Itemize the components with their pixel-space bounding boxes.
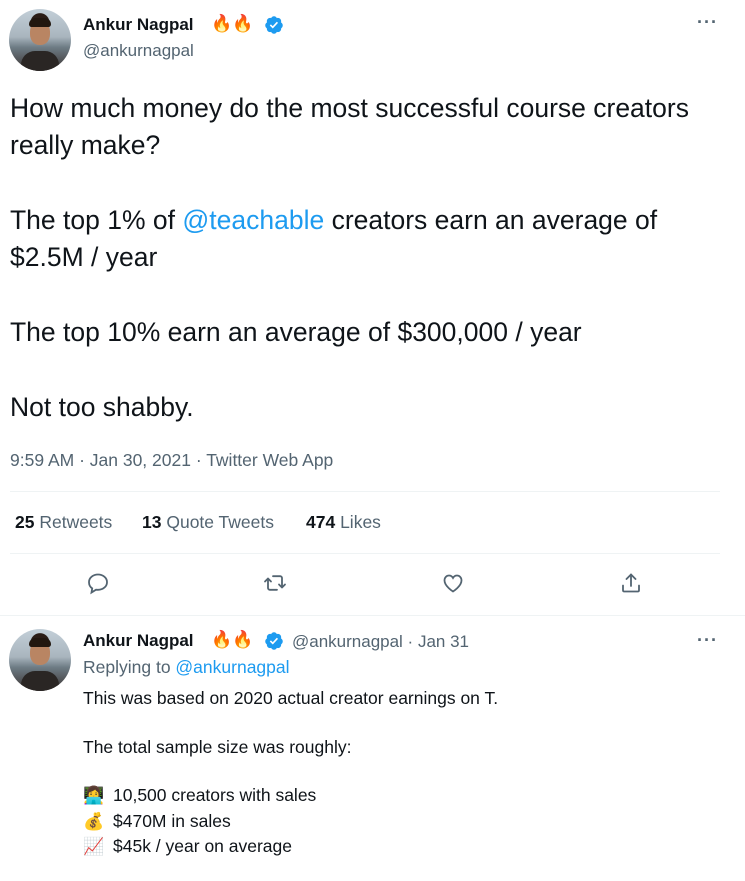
fire-emoji-icon: 🔥🔥 bbox=[211, 14, 254, 33]
retweets-count: 25 bbox=[15, 512, 35, 532]
tweet-paragraph: Not too shabby. bbox=[10, 392, 194, 422]
retweet-button[interactable] bbox=[260, 568, 290, 598]
quote-tweets-label: Quote Tweets bbox=[166, 512, 275, 532]
retweets-stat[interactable]: 25 Retweets bbox=[15, 512, 112, 533]
chart-increasing-icon: 📈 bbox=[83, 837, 105, 856]
avatar[interactable] bbox=[9, 9, 71, 71]
replying-to: Replying to @ankurnagpal bbox=[83, 657, 290, 678]
tweet-timestamp[interactable]: 9:59 AM · Jan 30, 2021 · Twitter Web App bbox=[10, 450, 333, 471]
avatar[interactable] bbox=[9, 629, 71, 691]
avatar-shirt bbox=[21, 671, 59, 691]
share-icon bbox=[622, 573, 640, 593]
author-name[interactable]: Ankur Nagpal bbox=[83, 15, 194, 35]
bullet-text: 10,500 creators with sales bbox=[113, 785, 317, 805]
like-button[interactable] bbox=[438, 568, 468, 598]
reply-button[interactable] bbox=[83, 568, 113, 598]
quote-tweets-count: 13 bbox=[142, 512, 162, 532]
tweet-text-segment: The top 1% of bbox=[10, 205, 183, 235]
reply-line: The total sample size was roughly: bbox=[83, 736, 352, 757]
reply-line: This was based on 2020 actual creator ea… bbox=[83, 688, 499, 708]
bullet-item: 📈 $45k / year on average bbox=[83, 834, 723, 860]
money-bag-icon: 💰 bbox=[83, 811, 105, 831]
bullet-item: 👩‍💻 10,500 creators with sales bbox=[83, 783, 723, 809]
divider bbox=[10, 491, 720, 492]
replying-mention-link[interactable]: @ankurnagpal bbox=[175, 657, 289, 677]
avatar-hair bbox=[29, 18, 51, 27]
fire-emoji-icon: 🔥🔥 bbox=[211, 630, 254, 649]
replying-prefix: Replying to bbox=[83, 657, 176, 677]
more-options-icon[interactable]: ··· bbox=[697, 12, 718, 33]
retweet-icon bbox=[264, 575, 286, 591]
woman-technologist-icon: 👩‍💻 bbox=[83, 786, 105, 805]
more-options-icon[interactable]: ··· bbox=[697, 630, 718, 651]
avatar-hair bbox=[29, 638, 51, 647]
tweet-paragraph: The top 10% earn an average of $300,000 … bbox=[10, 317, 582, 347]
mention-link[interactable]: @teachable bbox=[182, 205, 324, 235]
verified-badge-icon bbox=[265, 16, 283, 34]
quote-tweets-stat[interactable]: 13 Quote Tweets bbox=[142, 512, 274, 533]
divider bbox=[0, 615, 745, 616]
likes-label: Likes bbox=[340, 512, 381, 532]
tweet-paragraph: How much money do the most successful co… bbox=[10, 93, 689, 160]
author-handle[interactable]: @ankurnagpal bbox=[83, 41, 194, 61]
like-icon bbox=[443, 574, 463, 593]
reply-icon bbox=[88, 573, 108, 595]
reply-handle-date[interactable]: @ankurnagpal · Jan 31 bbox=[292, 632, 469, 652]
share-button[interactable] bbox=[616, 568, 646, 598]
likes-count: 474 bbox=[306, 512, 336, 532]
verified-badge-icon bbox=[265, 632, 283, 650]
bullet-text: $45k / year on average bbox=[113, 836, 293, 856]
bullet-text: $470M in sales bbox=[113, 810, 231, 831]
avatar-shirt bbox=[21, 51, 59, 71]
divider bbox=[10, 553, 720, 554]
tweet-text: How much money do the most successful co… bbox=[10, 90, 730, 426]
reply-author-name[interactable]: Ankur Nagpal bbox=[83, 631, 194, 651]
reply-text: This was based on 2020 actual creator ea… bbox=[83, 686, 723, 860]
bullet-item: 💰 $470M in sales bbox=[83, 809, 723, 835]
likes-stat[interactable]: 474 Likes bbox=[306, 512, 381, 533]
retweets-label: Retweets bbox=[39, 512, 113, 532]
tweet-paragraph: The top 1% of @teachable creators earn a… bbox=[10, 202, 730, 276]
